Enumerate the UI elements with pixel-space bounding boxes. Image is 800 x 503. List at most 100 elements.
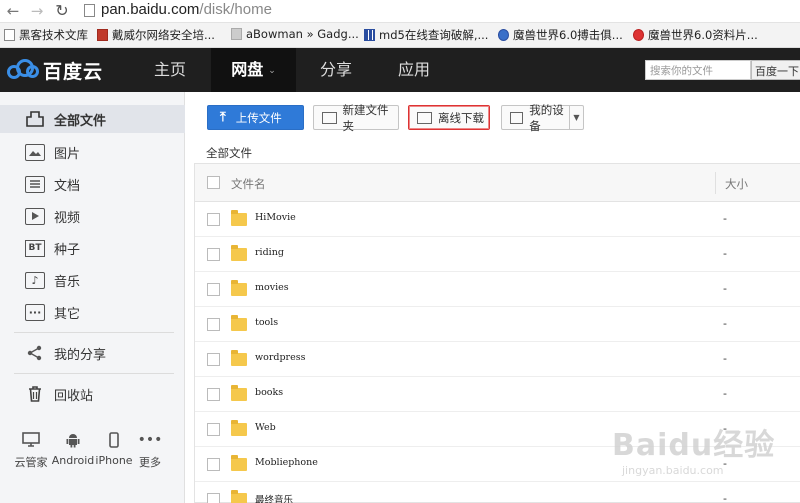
folder-icon (231, 280, 247, 296)
image-icon (25, 143, 45, 161)
folder-icon (231, 385, 247, 401)
row-checkbox[interactable] (207, 283, 220, 296)
ab-icon (231, 28, 242, 40)
bookmark-item[interactable]: 黑客技术文库 (4, 27, 88, 43)
table-row[interactable]: riding - (195, 237, 800, 272)
my-devices-label: 我的设备 (529, 102, 564, 133)
row-checkbox[interactable] (207, 353, 220, 366)
document-icon (25, 175, 45, 193)
file-size: - (723, 387, 727, 400)
nav-apps[interactable]: 应用 (376, 48, 452, 92)
search-button[interactable]: 百度一下 (751, 60, 800, 80)
baidu-cloud-logo[interactable]: 百度云 (6, 56, 103, 84)
sidebar-item-label: 文档 (54, 178, 81, 194)
breadcrumb[interactable]: 全部文件 (206, 145, 252, 161)
bookmark-item[interactable]: 魔兽世界6.0资料片... (633, 27, 758, 43)
red-d-icon (97, 29, 108, 41)
url-path: /disk/home (199, 1, 272, 18)
column-header-name[interactable]: 文件名 (231, 176, 266, 192)
new-folder-icon (322, 111, 337, 124)
column-header-size[interactable]: 大小 (725, 176, 748, 192)
bookmark-item[interactable]: 戴威尔网络安全培... (97, 27, 215, 43)
sidebar-item-label: 种子 (54, 242, 81, 258)
new-folder-label: 新建文件夹 (342, 102, 389, 133)
row-checkbox[interactable] (207, 423, 220, 436)
page-icon (4, 29, 15, 41)
chevron-down-icon: ⌄ (268, 66, 276, 76)
sidebar-item-label: 全部文件 (54, 113, 107, 129)
search-input[interactable]: 搜索你的文件 (645, 60, 751, 80)
file-name[interactable]: HiMovie (255, 212, 296, 223)
bookmark-label: 戴威尔网络安全培... (112, 28, 215, 42)
table-row[interactable]: HiMovie - (195, 202, 800, 237)
offline-download-button[interactable]: 离线下载 (408, 105, 490, 130)
table-row[interactable]: tools - (195, 307, 800, 342)
bt-icon: BT (25, 239, 45, 257)
sidebar-item-images[interactable]: 图片 (0, 138, 185, 166)
row-checkbox[interactable] (207, 388, 220, 401)
sidebar-item-recycle-bin[interactable]: 回收站 (0, 380, 185, 408)
table-row[interactable]: movies - (195, 272, 800, 307)
device-more[interactable]: ••• 更多 (126, 432, 174, 470)
bookmarks-bar: 黑客技术文库 戴威尔网络安全培... aBowman » Gadg... md5… (0, 23, 800, 48)
select-all-checkbox[interactable] (207, 176, 220, 189)
monitor-icon (7, 432, 55, 448)
grid-icon (364, 29, 375, 41)
folder-icon (231, 455, 247, 471)
bookmark-item[interactable]: 魔兽世界6.0搏击俱... (498, 27, 623, 43)
file-name[interactable]: Web (255, 422, 276, 433)
file-size: - (723, 247, 727, 260)
file-size: - (723, 282, 727, 295)
more-dots-icon: ••• (137, 432, 163, 448)
trash-icon (25, 386, 45, 403)
sidebar-item-all-files[interactable]: 全部文件 (0, 105, 185, 133)
sidebar-item-my-shares[interactable]: 我的分享 (0, 339, 185, 367)
nav-home[interactable]: 主页 (130, 48, 210, 92)
table-row[interactable]: books - (195, 377, 800, 412)
file-name[interactable]: wordpress (255, 352, 305, 363)
file-name[interactable]: tools (255, 317, 278, 328)
offline-download-icon (417, 111, 432, 124)
folder-icon (231, 420, 247, 436)
new-folder-button[interactable]: 新建文件夹 (313, 103, 399, 133)
my-devices-button[interactable]: 我的设备 ▼ (501, 103, 584, 133)
row-checkbox[interactable] (207, 213, 220, 226)
file-name[interactable]: 最终音乐 (255, 492, 293, 503)
sidebar-item-documents[interactable]: 文档 (0, 170, 185, 198)
device-cloud-manager[interactable]: 云管家 (7, 432, 55, 470)
sidebar-item-label: 视频 (54, 210, 81, 226)
nav-share[interactable]: 分享 (298, 48, 374, 92)
dropdown-arrow-icon[interactable]: ▼ (569, 106, 583, 129)
table-header: 文件名 大小 (195, 164, 800, 202)
watermark-url: jingyan.baidu.com (622, 464, 724, 477)
url-host: pan.baidu.com (101, 1, 200, 18)
sidebar-item-videos[interactable]: 视频 (0, 202, 185, 230)
table-row[interactable]: wordpress - (195, 342, 800, 377)
reload-icon[interactable]: ↻ (53, 2, 71, 20)
bookmark-label: aBowman » Gadg... (246, 27, 359, 41)
file-name[interactable]: books (255, 387, 283, 398)
row-checkbox[interactable] (207, 248, 220, 261)
row-checkbox[interactable] (207, 493, 220, 503)
bookmark-item[interactable]: aBowman » Gadg... (231, 27, 359, 41)
file-name[interactable]: movies (255, 282, 289, 293)
back-arrow-icon[interactable]: ← (4, 2, 22, 20)
sidebar-item-torrents[interactable]: BT 种子 (0, 234, 185, 262)
row-checkbox[interactable] (207, 318, 220, 331)
url-field[interactable]: pan.baidu.com/disk/home (101, 1, 272, 18)
folder-icon (231, 490, 247, 503)
file-name[interactable]: riding (255, 247, 284, 258)
sidebar: 全部文件 图片 文档 视频 BT 种子 ♪ 音乐 ··· 其它 我的分享 回收站… (0, 92, 185, 503)
cloud-logo-icon (6, 59, 40, 81)
device-links: 云管家 Android iPhone ••• 更多 (0, 432, 185, 472)
nav-disk-label: 网盘 (231, 60, 264, 79)
bookmark-item[interactable]: md5在线查询破解,... (364, 27, 488, 43)
file-name[interactable]: Mobliephone (255, 457, 318, 468)
row-checkbox[interactable] (207, 458, 220, 471)
sidebar-item-other[interactable]: ··· 其它 (0, 298, 185, 326)
upload-button[interactable]: ⤒ 上传文件 (207, 105, 304, 130)
sidebar-item-music[interactable]: ♪ 音乐 (0, 266, 185, 294)
nav-disk[interactable]: 网盘 ⌄ (211, 48, 296, 92)
forward-arrow-icon[interactable]: → (28, 2, 46, 20)
device-label: 云管家 (14, 456, 48, 469)
